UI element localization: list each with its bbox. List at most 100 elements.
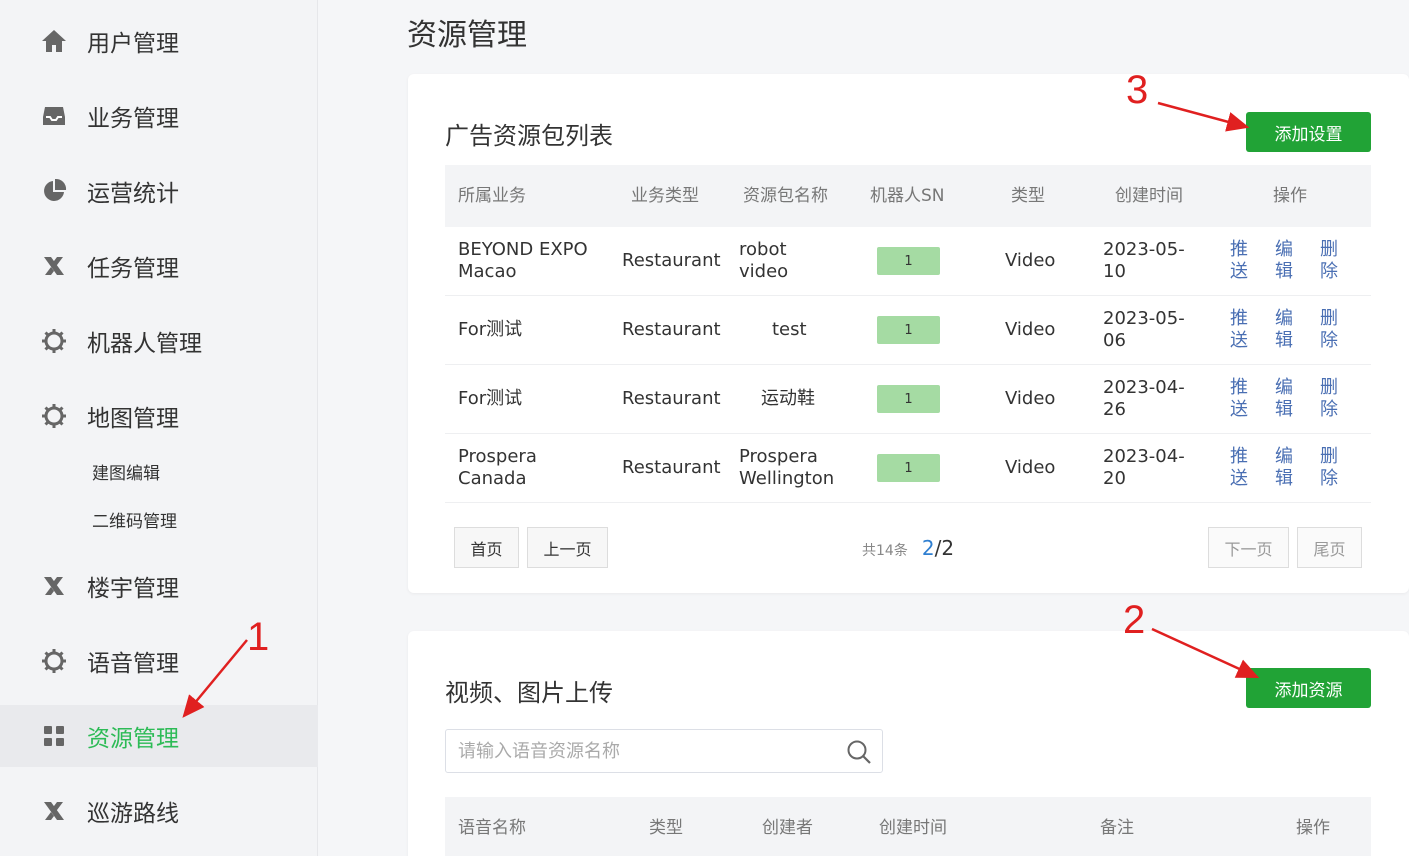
sidebar-item-label: 资源管理 (87, 726, 179, 752)
cell-type: Video (1005, 250, 1056, 271)
robot-sn-badge: 1 (877, 247, 940, 275)
cell-type: Video (1005, 388, 1056, 409)
cell-business: Prospera Canada (458, 446, 537, 489)
sidebar-item-business[interactable]: 业务管理 (0, 85, 318, 147)
annotation-3: 3 (1126, 68, 1149, 112)
current-page: 2 (921, 536, 935, 560)
prev-page-button[interactable]: 上一页 (527, 527, 608, 568)
push-link[interactable]: 推送 (1230, 308, 1250, 352)
sidebar-item-stats[interactable]: 运营统计 (0, 160, 318, 222)
sidebar-item-label: 楼宇管理 (87, 576, 179, 602)
annotation-2: 2 (1123, 598, 1146, 642)
cell-business-type: Restaurant (622, 250, 721, 271)
pie-chart-icon (40, 177, 68, 205)
page-title: 资源管理 (407, 18, 527, 53)
edit-link[interactable]: 编辑 (1275, 239, 1295, 283)
ad-card-title: 广告资源包列表 (445, 122, 613, 150)
column-header: 创建者 (762, 818, 813, 838)
cell-type: Video (1005, 319, 1056, 340)
sidebar-item-robots[interactable]: 机器人管理 (0, 310, 318, 372)
grid-icon (40, 722, 68, 750)
sidebar-item-label: 语音管理 (87, 651, 179, 677)
delete-link[interactable]: 删除 (1320, 239, 1340, 283)
ad-table-header: 所属业务 业务类型 资源包名称 机器人SN 类型 创建时间 操作 (445, 165, 1371, 227)
delete-link[interactable]: 删除 (1320, 377, 1340, 421)
sidebar-item-users[interactable]: 用户管理 (0, 10, 318, 72)
last-page-button[interactable]: 尾页 (1297, 527, 1362, 568)
delete-link[interactable]: 删除 (1320, 308, 1340, 352)
cell-created: 2023-05-06 (1103, 308, 1185, 351)
annotation-1: 1 (247, 615, 270, 659)
cell-business: For测试 (458, 388, 523, 409)
sidebar-subitem-qrcode[interactable]: 二维码管理 (92, 507, 177, 532)
cell-package-name: test (772, 319, 807, 340)
edit-link[interactable]: 编辑 (1275, 446, 1295, 490)
cell-business-type: Restaurant (622, 457, 721, 478)
cell-created: 2023-05-10 (1103, 239, 1185, 282)
table-row: For测试 Restaurant 运动鞋 1 Video 2023-04-26 … (445, 365, 1371, 434)
next-page-button[interactable]: 下一页 (1208, 527, 1289, 568)
gear-icon (40, 402, 68, 430)
search-box (445, 729, 883, 773)
column-header: 创建时间 (1115, 186, 1183, 206)
search-icon[interactable] (846, 739, 872, 769)
column-header: 机器人SN (870, 186, 945, 206)
first-page-button[interactable]: 首页 (454, 527, 519, 568)
sidebar-item-label: 用户管理 (87, 31, 179, 57)
x-mark-icon (40, 252, 68, 280)
total-count: 共14条 (862, 543, 908, 559)
x-mark-icon (40, 797, 68, 825)
upload-card: 视频、图片上传 添加资源 语音名称 类型 创建者 创建时间 备注 操作 (408, 631, 1409, 856)
delete-link[interactable]: 删除 (1320, 446, 1340, 490)
sidebar-item-resources[interactable]: 资源管理 (0, 705, 318, 767)
gear-icon (40, 327, 68, 355)
column-header: 操作 (1273, 186, 1307, 206)
total-pages: 2 (941, 536, 955, 560)
voice-table-header: 语音名称 类型 创建者 创建时间 备注 操作 (445, 797, 1371, 856)
sidebar-item-routes[interactable]: 巡游路线 (0, 780, 318, 842)
search-input[interactable] (458, 730, 838, 772)
sidebar-item-buildings[interactable]: 楼宇管理 (0, 555, 318, 617)
add-settings-button[interactable]: 添加设置 (1246, 112, 1371, 152)
add-resource-button[interactable]: 添加资源 (1246, 668, 1371, 708)
push-link[interactable]: 推送 (1230, 377, 1250, 421)
column-header: 资源包名称 (743, 186, 828, 206)
cell-business: BEYOND EXPO Macao (458, 239, 588, 282)
edit-link[interactable]: 编辑 (1275, 377, 1295, 421)
cell-package-name: 运动鞋 (761, 388, 815, 409)
column-header: 业务类型 (631, 186, 699, 206)
sidebar-item-label: 地图管理 (87, 406, 179, 432)
edit-link[interactable]: 编辑 (1275, 308, 1295, 352)
cell-business-type: Restaurant (622, 319, 721, 340)
table-row: BEYOND EXPO Macao Restaurant robot video… (445, 227, 1371, 296)
page-separator: / (934, 536, 942, 560)
column-header: 所属业务 (458, 186, 526, 206)
home-icon (40, 27, 68, 55)
sidebar-item-maps[interactable]: 地图管理 (0, 385, 318, 447)
sidebar-item-label: 巡游路线 (87, 801, 179, 827)
inbox-icon (40, 102, 68, 130)
robot-sn-badge: 1 (877, 316, 940, 344)
sidebar-subitem-map-edit[interactable]: 建图编辑 (92, 459, 160, 484)
ad-package-card: 广告资源包列表 添加设置 所属业务 业务类型 资源包名称 机器人SN 类型 创建… (408, 74, 1409, 593)
sidebar-item-voice[interactable]: 语音管理 (0, 630, 318, 692)
sidebar: 用户管理 业务管理 运营统计 任务管理 机器人管理 地图管理 建图编辑 二维码管… (0, 0, 318, 856)
sidebar-item-label: 业务管理 (87, 106, 179, 132)
cell-business: For测试 (458, 319, 523, 340)
column-header: 类型 (1011, 186, 1045, 206)
column-header: 类型 (649, 818, 683, 838)
cell-package-name: robot video (739, 239, 789, 282)
robot-sn-badge: 1 (877, 454, 940, 482)
column-header: 语音名称 (458, 818, 526, 838)
cell-package-name: Prospera Wellington (739, 446, 835, 489)
cell-created: 2023-04-20 (1103, 446, 1185, 489)
push-link[interactable]: 推送 (1230, 239, 1250, 283)
cell-business-type: Restaurant (622, 388, 721, 409)
sidebar-item-label: 机器人管理 (87, 331, 202, 357)
table-row: Prospera Canada Restaurant Prospera Well… (445, 434, 1371, 503)
upload-card-title: 视频、图片上传 (445, 679, 613, 707)
robot-sn-badge: 1 (877, 385, 940, 413)
sidebar-item-tasks[interactable]: 任务管理 (0, 235, 318, 297)
push-link[interactable]: 推送 (1230, 446, 1250, 490)
column-header: 操作 (1296, 818, 1330, 838)
